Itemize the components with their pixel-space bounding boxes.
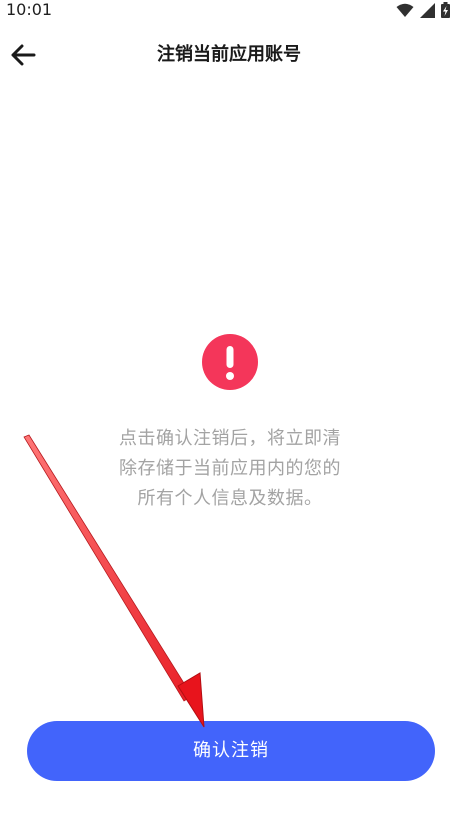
status-time: 10:01 — [6, 0, 53, 19]
annotation-arrow — [23, 434, 205, 728]
page-title: 注销当前应用账号 — [157, 44, 301, 65]
confirm-deactivate-button[interactable]: 确认注销 — [27, 721, 435, 781]
signal-icon — [420, 2, 435, 18]
exclamation-circle-icon — [202, 334, 258, 390]
status-bar: 10:01 — [0, 0, 458, 22]
arrow-head — [177, 672, 205, 728]
battery-charging-icon — [441, 2, 450, 18]
header: 注销当前应用账号 — [0, 28, 458, 84]
deactivation-message: 点击确认注销后，将立即清 除存储于当前应用内的您的 所有个人信息及数据。 — [119, 428, 341, 509]
status-icons — [396, 2, 450, 18]
wifi-icon — [396, 3, 414, 17]
